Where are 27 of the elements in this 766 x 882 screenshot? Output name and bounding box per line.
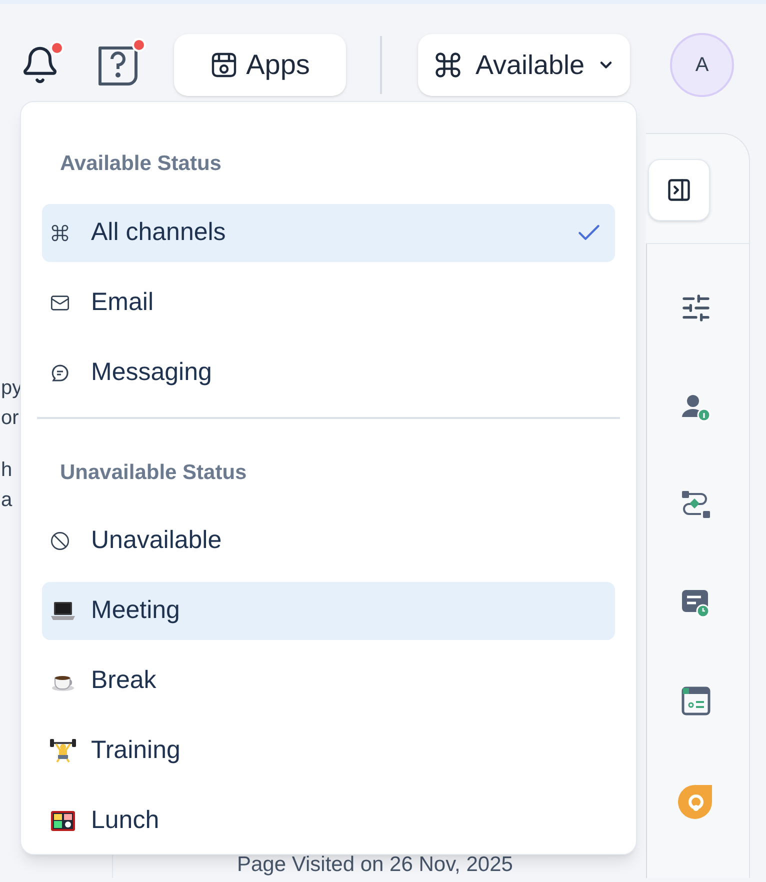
status-option[interactable]: Meeting	[42, 582, 615, 640]
laptop-icon	[50, 600, 76, 622]
avatar[interactable]: A	[670, 33, 734, 97]
text-fragment: h	[1, 460, 12, 480]
panel-icon	[666, 177, 692, 203]
chat-bubble-icon	[50, 362, 70, 382]
section-heading: Available Status	[59, 151, 222, 177]
mail-icon	[50, 292, 70, 312]
apps-button[interactable]: Apps	[174, 34, 346, 96]
store-icon	[210, 51, 238, 79]
workflow-icon[interactable]	[681, 490, 711, 520]
page-visited-text: Page Visited on 26 Nov, 2025	[237, 854, 514, 875]
note-clock-icon[interactable]	[681, 588, 711, 618]
browser-window-icon[interactable]	[681, 686, 711, 716]
section-heading: Unavailable Status	[59, 460, 248, 486]
text-fragment: or	[1, 408, 19, 428]
user-info-icon[interactable]	[681, 392, 711, 422]
weightlifter-icon	[50, 739, 76, 763]
text-fragment: a	[1, 490, 12, 510]
status-dropdown[interactable]: Available	[418, 34, 630, 96]
sliders-icon[interactable]	[680, 292, 712, 324]
command-icon	[50, 222, 70, 242]
block-icon	[50, 531, 70, 551]
bento-box-icon	[50, 809, 76, 833]
collapse-panel-button[interactable]	[648, 159, 710, 221]
status-option[interactable]: All channels	[42, 204, 615, 262]
command-icon	[433, 50, 464, 80]
